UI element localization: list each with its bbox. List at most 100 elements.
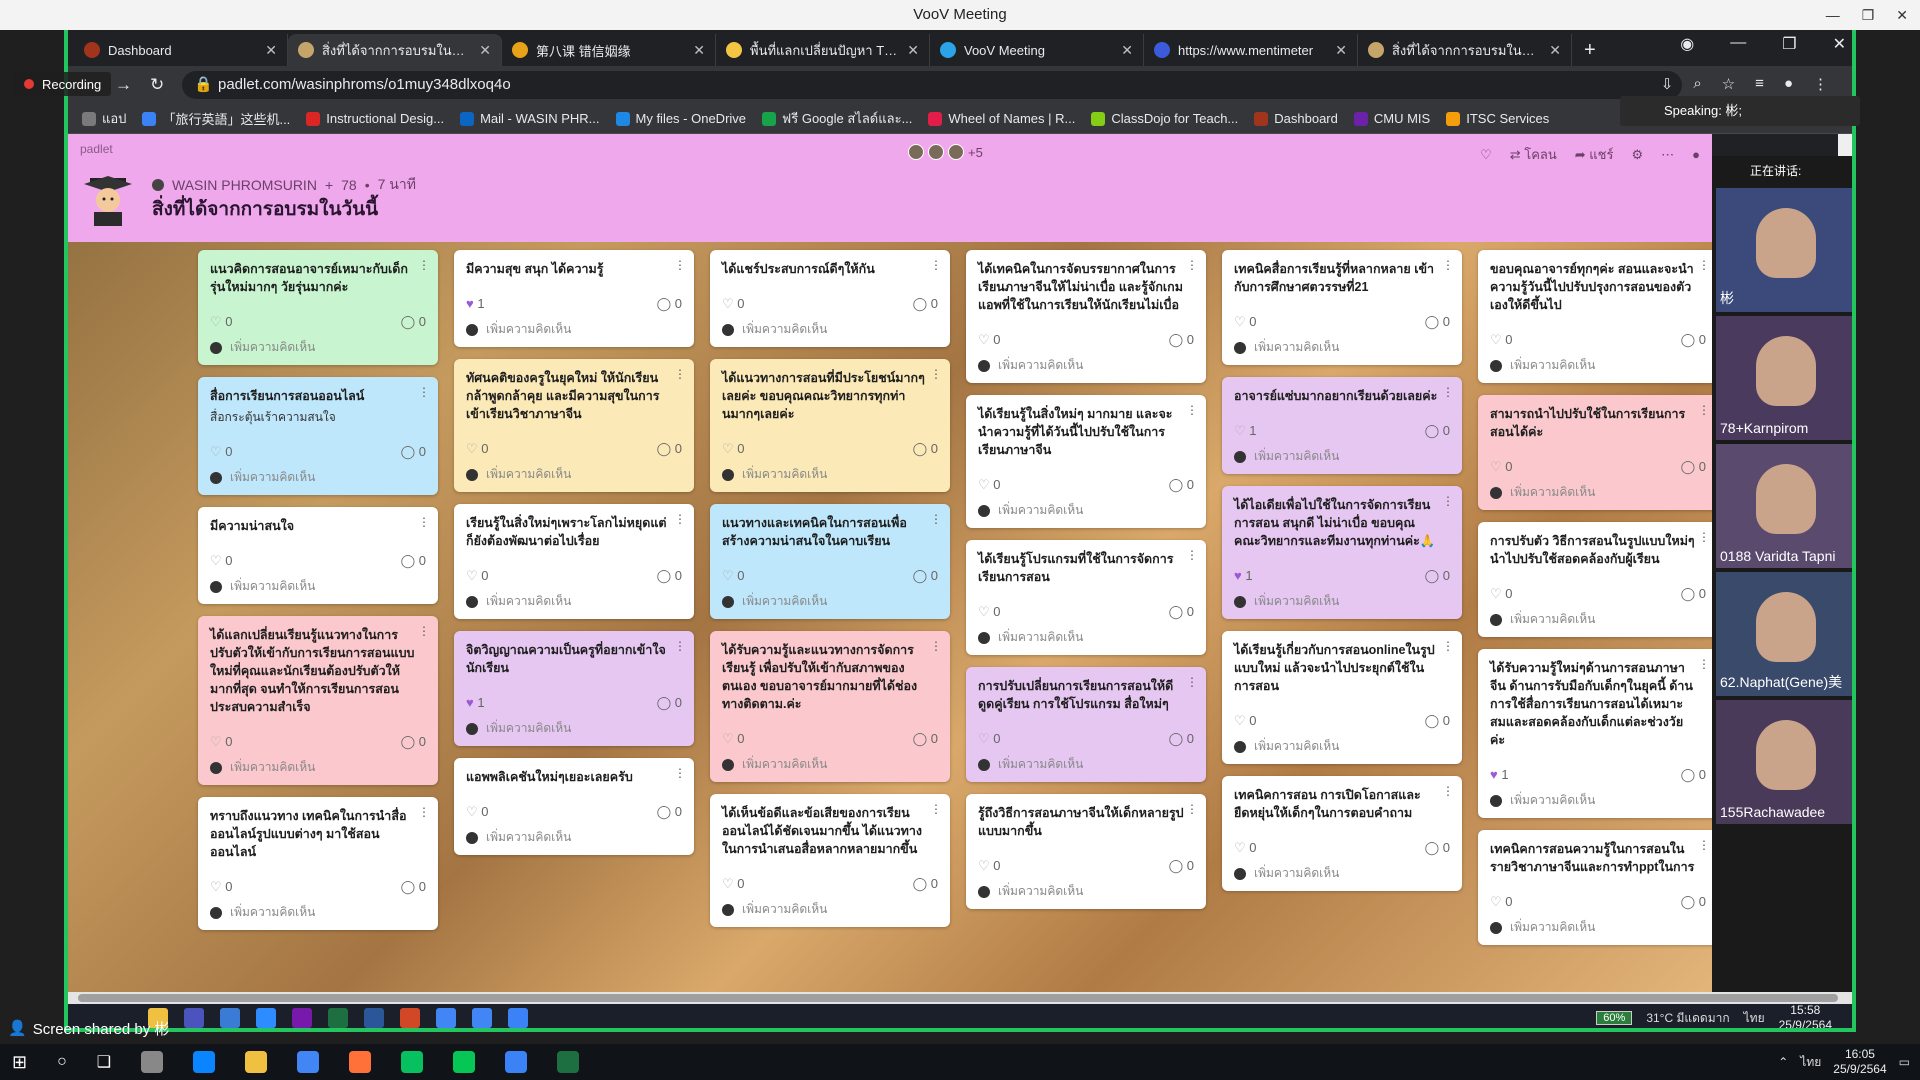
comment-button[interactable]: ◯ 0 [1425, 568, 1450, 584]
close-icon[interactable]: ✕ [1896, 7, 1908, 24]
post-menu-icon[interactable]: ⋮ [1186, 258, 1198, 272]
post-card[interactable]: ⋮ ได้ไอเดียเพื่อไปใช้ในการจัดการเรียนการส… [1222, 486, 1462, 619]
comment-button[interactable]: ◯ 0 [1425, 840, 1450, 856]
browser-tab[interactable]: VooV Meeting ✕ [930, 34, 1144, 66]
like-button[interactable]: ♡ 0 [978, 858, 1001, 874]
post-menu-icon[interactable]: ⋮ [1442, 258, 1454, 272]
taskbar-app-icon[interactable] [141, 1051, 164, 1073]
post-card[interactable]: ⋮ ได้แชร์ประสบการณ์ดีๆให้กัน ♡ 0 ◯ 0 เพิ่มคว… [710, 250, 950, 347]
star-icon[interactable]: ☆ [1722, 75, 1735, 93]
close-tab-icon[interactable]: ✕ [1549, 42, 1561, 59]
post-card[interactable]: ⋮ มีความน่าสนใจ ♡ 0 ◯ 0 เพิ่มความคิดเห็น [198, 507, 438, 604]
comment-button[interactable]: ◯ 0 [1681, 767, 1706, 783]
weather-widget[interactable]: 31°C มีแดดมาก [1646, 1009, 1729, 1028]
comment-button[interactable]: ◯ 0 [401, 879, 426, 895]
post-menu-icon[interactable]: ⋮ [1442, 784, 1454, 798]
comment-button[interactable]: ◯ 0 [657, 695, 682, 711]
post-menu-icon[interactable]: ⋮ [1186, 802, 1198, 816]
restore-icon[interactable]: ❐ [1782, 34, 1796, 54]
like-button[interactable]: ♡ 0 [466, 441, 489, 457]
browser-tab[interactable]: สิ่งที่ได้จากการอบรมในวันนี้ ✕ [1358, 34, 1572, 66]
like-button[interactable]: ♡ 0 [1490, 586, 1513, 602]
post-menu-icon[interactable]: ⋮ [674, 766, 686, 780]
forward-icon[interactable]: → [115, 75, 132, 95]
like-button[interactable]: ♡ 0 [722, 296, 745, 312]
like-button[interactable]: ♡ 0 [466, 804, 489, 820]
add-comment-field[interactable]: เพิ่มความคิดเห็น [1490, 791, 1706, 810]
bookmark-item[interactable]: แอป [82, 108, 126, 129]
comment-button[interactable]: ◯ 0 [657, 441, 682, 457]
post-menu-icon[interactable]: ⋮ [1698, 258, 1710, 272]
remote-app-icon[interactable] [508, 1008, 528, 1028]
remote-app-icon[interactable] [184, 1008, 204, 1028]
add-comment-field[interactable]: เพิ่มความคิดเห็น [210, 577, 426, 596]
like-button[interactable]: ♡ 1 [1234, 423, 1257, 439]
add-comment-field[interactable]: เพิ่มความคิดเห็น [722, 465, 938, 484]
add-comment-field[interactable]: เพิ่มความคิดเห็น [1490, 356, 1706, 375]
post-card[interactable]: ⋮ แนวคิดการสอนอาจารย์เหมาะกับเด็กรุ่นใหม่… [198, 250, 438, 365]
taskbar-app-icon[interactable] [557, 1051, 580, 1073]
kebab-menu-icon[interactable]: ⋮ [1813, 75, 1828, 93]
comment-button[interactable]: ◯ 0 [1169, 477, 1194, 493]
search-icon[interactable]: ○ [57, 1053, 67, 1071]
settings-icon[interactable]: ⚙ [1631, 147, 1643, 163]
post-card[interactable]: ⋮ ทราบถึงแนวทาง เทคนิคในการนำสื่อออนไลน์ร… [198, 797, 438, 930]
add-comment-field[interactable]: เพิ่มความคิดเห็น [1490, 610, 1706, 629]
taskbar-app-icon[interactable] [193, 1051, 216, 1073]
active-members[interactable]: +5 [908, 144, 983, 160]
post-card[interactable]: ⋮ แนวทางและเทคนิคในการสอนเพื่อสร้างความน่… [710, 504, 950, 619]
like-button[interactable]: ♡ 0 [1490, 894, 1513, 910]
like-button[interactable]: ♡ 0 [466, 568, 489, 584]
post-card[interactable]: ⋮ ได้แนวทางการสอนที่มีประโยชน์มากๆเลยค่ะ … [710, 359, 950, 492]
post-card[interactable]: ⋮ ได้เรียนรู้โปรแกรมที่ใช้ในการจัดการเรีย… [966, 540, 1206, 655]
comment-button[interactable]: ◯ 0 [913, 876, 938, 892]
like-button[interactable]: ♥ 1 [1490, 767, 1509, 783]
post-card[interactable]: ⋮ การปรับเปลี่ยนการเรียนการสอนให้ดีดูดคู่… [966, 667, 1206, 782]
add-comment-field[interactable]: เพิ่มความคิดเห็น [978, 882, 1194, 901]
add-comment-field[interactable]: เพิ่มความคิดเห็น [722, 320, 938, 339]
like-button[interactable]: ♥ 1 [466, 296, 485, 312]
remote-app-icon[interactable] [220, 1008, 240, 1028]
post-menu-icon[interactable]: ⋮ [674, 367, 686, 381]
post-card[interactable]: ⋮ ได้เห็นข้อดีและข้อเสียของการเรียนออนไลน… [710, 794, 950, 927]
add-comment-field[interactable]: เพิ่มความคิดเห็น [978, 755, 1194, 774]
remote-app-icon[interactable] [472, 1008, 492, 1028]
like-button[interactable]: ♡ 0 [978, 477, 1001, 493]
like-button[interactable]: ♡ 0 [210, 734, 233, 750]
participant-tile[interactable]: 62.Naphat(Gene)美 [1716, 572, 1852, 696]
participant-tile[interactable]: 155Rachawadee [1716, 700, 1852, 824]
post-menu-icon[interactable]: ⋮ [674, 512, 686, 526]
new-tab-button[interactable]: + [1572, 34, 1608, 66]
comment-button[interactable]: ◯ 0 [1169, 604, 1194, 620]
post-menu-icon[interactable]: ⋮ [418, 258, 430, 272]
like-button[interactable]: ♡ 0 [1234, 314, 1257, 330]
comment-button[interactable]: ◯ 0 [657, 296, 682, 312]
add-comment-field[interactable]: เพิ่มความคิดเห็น [722, 900, 938, 919]
post-menu-icon[interactable]: ⋮ [418, 385, 430, 399]
heart-icon[interactable]: ♡ [1480, 147, 1492, 163]
post-menu-icon[interactable]: ⋮ [930, 258, 942, 272]
close-tab-icon[interactable]: ✕ [1121, 42, 1133, 59]
install-icon[interactable]: ⇩ [1661, 75, 1674, 93]
participant-tile[interactable]: 78+Karnpirom [1716, 316, 1852, 440]
close-tab-icon[interactable]: ✕ [479, 42, 491, 59]
like-button[interactable]: ♡ 0 [210, 553, 233, 569]
taskbar-app-icon[interactable] [245, 1051, 268, 1073]
add-comment-field[interactable]: เพิ่มความคิดเห็น [1234, 338, 1450, 357]
bookmark-item[interactable]: CMU MIS [1353, 111, 1430, 126]
post-card[interactable]: ⋮ เทคนิคการสอน การเปิดโอกาสและยืดหยุ่นให้… [1222, 776, 1462, 891]
like-button[interactable]: ♡ 0 [722, 441, 745, 457]
post-card[interactable]: ⋮ มีความสุข สนุก ได้ความรู้ ♥ 1 ◯ 0 เพิ่มควา… [454, 250, 694, 347]
comment-button[interactable]: ◯ 0 [401, 734, 426, 750]
add-comment-field[interactable]: เพิ่มความคิดเห็น [722, 592, 938, 611]
windows-start-icon[interactable]: ⊞ [12, 1052, 27, 1073]
add-comment-field[interactable]: เพิ่มความคิดเห็น [978, 501, 1194, 520]
like-button[interactable]: ♡ 0 [210, 314, 233, 330]
add-comment-field[interactable]: เพิ่มความคิดเห็น [978, 628, 1194, 647]
close-icon[interactable]: ✕ [1833, 34, 1846, 54]
remote-app-icon[interactable] [364, 1008, 384, 1028]
like-button[interactable]: ♡ 0 [978, 731, 1001, 747]
comment-button[interactable]: ◯ 0 [913, 441, 938, 457]
add-comment-field[interactable]: เพิ่มความคิดเห็น [1490, 918, 1706, 937]
add-comment-field[interactable]: เพิ่มความคิดเห็น [1234, 737, 1450, 756]
